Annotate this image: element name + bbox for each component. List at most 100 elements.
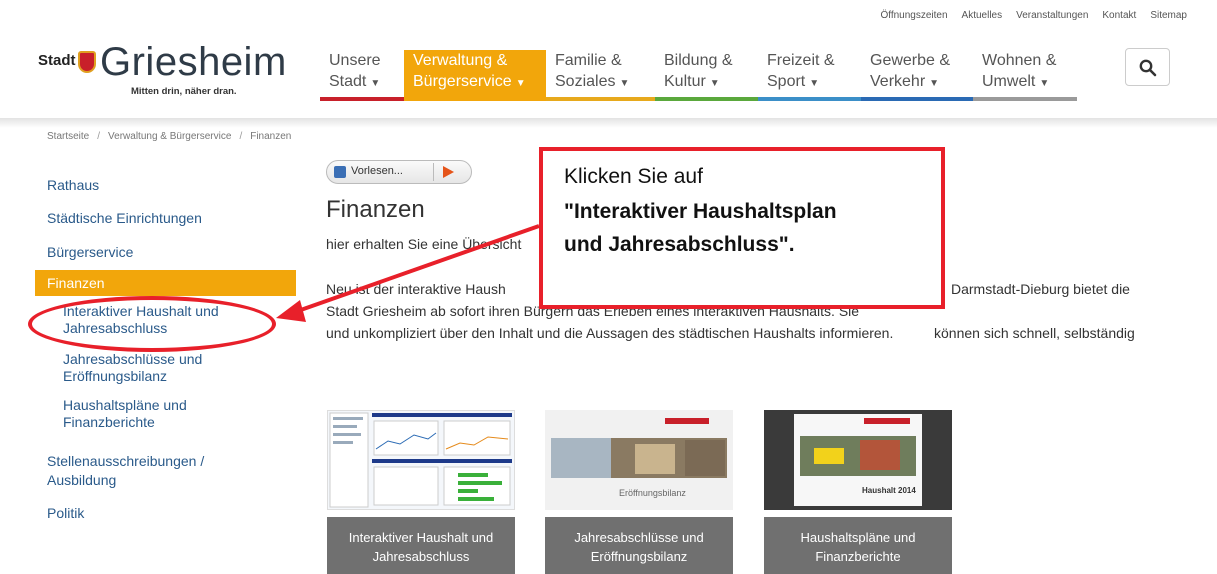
nav-color-bar — [320, 97, 404, 101]
para-line-2b: können sich schnell, selbständig — [934, 325, 1135, 341]
sidebar-item-politik[interactable]: Politik — [47, 505, 84, 521]
nav-label-2: Bürgerservice — [413, 73, 512, 90]
tile-image-caption: Haushalt 2014 — [862, 486, 916, 495]
nav-label-1: Bildung & — [664, 52, 733, 69]
link-aktuelles[interactable]: Aktuelles — [962, 10, 1003, 21]
nav-label-1: Freizeit & — [767, 52, 835, 69]
nav-label-1: Verwaltung & — [413, 52, 508, 69]
tile-image-interaktiv[interactable] — [327, 410, 515, 510]
link-oeffnungszeiten[interactable]: Öffnungszeiten — [880, 10, 947, 21]
site-logo[interactable]: Stadt Griesheim Mitten drin, näher dran. — [38, 40, 288, 106]
callout-line-2: "Interaktiver Haushaltsplan — [564, 200, 837, 223]
tile-label-line: Finanzberichte — [815, 549, 901, 564]
nav-label-2: Umwelt — [982, 73, 1036, 90]
search-icon — [1139, 59, 1157, 77]
tile-image-caption: Eröffnungsbilanz — [619, 488, 686, 498]
vorlesen-label: Vorlesen... — [351, 165, 403, 177]
breadcrumb-separator: / — [97, 131, 101, 142]
nav-label-1: Familie & — [555, 52, 622, 69]
sidebar-sub-line: Finanzberichte — [63, 414, 155, 430]
nav-verwaltung[interactable]: Verwaltung & Bürgerservice ▼ — [404, 50, 546, 101]
nav-label-2: Stadt — [329, 73, 367, 90]
tile-label-line: Jahresabschluss — [372, 549, 470, 564]
breadcrumb: Startseite / Verwaltung & Bürgerservice … — [47, 131, 291, 142]
callout-line-3: und Jahresabschluss". — [564, 233, 795, 256]
caret-down-icon: ▼ — [1039, 78, 1050, 89]
breadcrumb-separator: / — [239, 131, 243, 142]
sidebar-item-stellen[interactable]: Stellenausschreibungen / Ausbildung — [47, 452, 204, 490]
tile-button-interaktiv[interactable]: Interaktiver Haushalt und Jahresabschlus… — [327, 517, 515, 574]
nav-unsere-stadt[interactable]: Unsere Stadt ▼ — [320, 50, 404, 101]
tile-button-haushaltsplaene[interactable]: Haushaltspläne und Finanzberichte — [764, 517, 952, 574]
caret-down-icon: ▼ — [709, 78, 720, 89]
tile-label-line: Jahresabschlüsse und — [574, 530, 704, 545]
sidebar-item-einrichtungen[interactable]: Städtische Einrichtungen — [47, 210, 202, 226]
nav-label-1: Unsere — [329, 52, 381, 69]
callout-line-1: Klicken Sie auf — [564, 165, 703, 188]
caret-down-icon: ▼ — [619, 78, 630, 89]
nav-label-2: Sport — [767, 73, 806, 90]
nav-label-1: Gewerbe & — [870, 52, 951, 69]
nav-color-bar — [655, 97, 758, 101]
main-nav: Unsere Stadt ▼ Verwaltung & Bürgerservice… — [320, 50, 1077, 101]
nav-color-bar — [546, 97, 655, 101]
breadcrumb-home[interactable]: Startseite — [47, 131, 89, 142]
instruction-callout: Klicken Sie auf "Interaktiver Haushaltsp… — [539, 147, 945, 309]
nav-freizeit[interactable]: Freizeit & Sport ▼ — [758, 50, 861, 101]
nav-label-1: Wohnen & — [982, 52, 1057, 69]
tile-label-line: Eröffnungsbilanz — [590, 549, 688, 564]
sidebar-sub-haushaltsplaene[interactable]: Haushaltspläne und Finanzberichte — [63, 397, 187, 431]
tile-image-eroeffnungsbilanz[interactable]: Eröffnungsbilanz — [545, 410, 733, 510]
sidebar-sub-jahresabschluesse[interactable]: Jahresabschlüsse und Eröffnungsbilanz — [63, 351, 202, 385]
logo-tagline: Mitten drin, näher dran. — [131, 86, 237, 97]
dashboard-preview-icon — [329, 412, 512, 508]
sidebar-sub-line: Eröffnungsbilanz — [63, 368, 168, 384]
vorlesen-button[interactable]: Vorlesen... — [326, 160, 472, 184]
nav-color-bar — [758, 97, 861, 101]
budget-cover-icon — [764, 410, 952, 510]
crest-icon — [78, 51, 96, 73]
play-icon[interactable] — [443, 166, 454, 178]
nav-bildung[interactable]: Bildung & Kultur ▼ — [655, 50, 758, 101]
nav-label-2: Verkehr — [870, 73, 926, 90]
nav-label-2: Soziales — [555, 73, 616, 90]
nav-color-bar — [861, 97, 973, 101]
caret-down-icon: ▼ — [515, 78, 526, 89]
highlight-circle — [28, 296, 276, 352]
tile-label-line: Interaktiver Haushalt und — [348, 530, 494, 545]
link-veranstaltungen[interactable]: Veranstaltungen — [1016, 10, 1088, 21]
logo-prefix: Stadt — [38, 52, 76, 69]
breadcrumb-verwaltung[interactable]: Verwaltung & Bürgerservice — [108, 131, 231, 142]
sidebar-item-line: Stellenausschreibungen / — [47, 453, 205, 469]
sidebar-item-buergerservice[interactable]: Bürgerservice — [47, 244, 133, 260]
utility-links: Öffnungszeiten Aktuelles Veranstaltungen… — [880, 10, 1187, 21]
nav-wohnen[interactable]: Wohnen & Umwelt ▼ — [973, 50, 1077, 101]
para-line-1a: Neu ist der interaktive Haush — [326, 281, 506, 297]
link-kontakt[interactable]: Kontakt — [1102, 10, 1136, 21]
nav-familie[interactable]: Familie & Soziales ▼ — [546, 50, 655, 101]
logo-name: Griesheim — [100, 40, 287, 84]
caret-down-icon: ▼ — [370, 78, 381, 89]
caret-down-icon: ▼ — [809, 78, 820, 89]
sidebar-item-finanzen[interactable]: Finanzen — [35, 270, 296, 296]
tile-label-line: Haushaltspläne und — [800, 530, 916, 545]
tile-image-haushaltsplaene[interactable]: Haushalt 2014 — [764, 410, 952, 510]
tile-button-eroeffnungsbilanz[interactable]: Jahresabschlüsse und Eröffnungsbilanz — [545, 517, 733, 574]
para-line-1b: Darmstadt-Dieburg bietet die — [951, 281, 1130, 297]
sidebar-sub-line: Haushaltspläne und — [63, 397, 187, 413]
speaker-icon — [334, 166, 346, 178]
nav-label-2: Kultur — [664, 73, 706, 90]
nav-gewerbe[interactable]: Gewerbe & Verkehr ▼ — [861, 50, 973, 101]
header-divider — [0, 118, 1217, 128]
page-title: Finanzen — [326, 196, 425, 223]
nav-color-bar — [973, 97, 1077, 101]
link-sitemap[interactable]: Sitemap — [1150, 10, 1187, 21]
search-button[interactable] — [1125, 48, 1170, 86]
sidebar-item-rathaus[interactable]: Rathaus — [47, 177, 99, 193]
intro-text: hier erhalten Sie eine Übersicht — [326, 236, 522, 252]
vorlesen-divider — [433, 163, 434, 181]
caret-down-icon: ▼ — [929, 78, 940, 89]
sidebar-sub-line: Jahresabschlüsse und — [63, 351, 203, 367]
breadcrumb-current: Finanzen — [250, 131, 292, 142]
sidebar-item-line: Ausbildung — [47, 472, 117, 488]
